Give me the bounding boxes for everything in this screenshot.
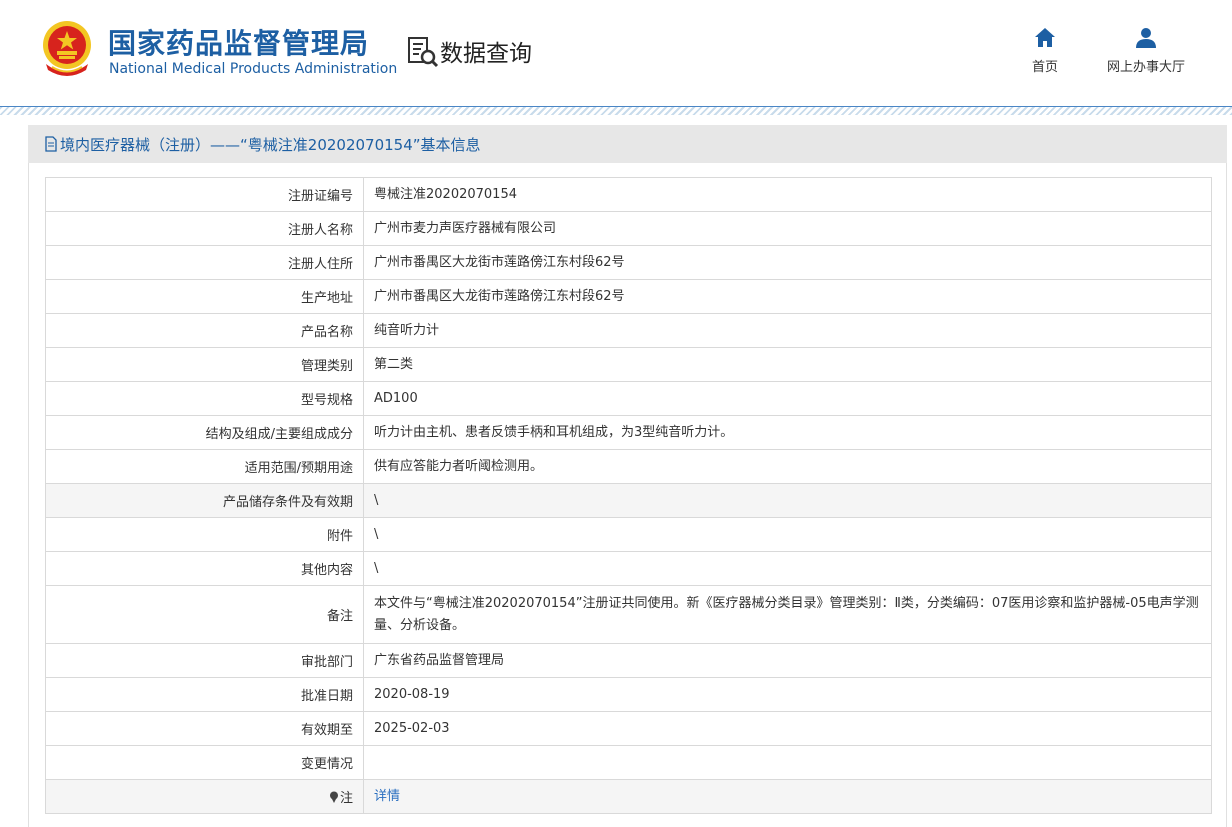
table-row: 管理类别 第二类 <box>45 347 1212 382</box>
org-name-cn: 国家药品监督管理局 <box>108 27 370 60</box>
row-label: 注册人名称 <box>45 211 364 246</box>
table-row: 注册人住所 广州市番禺区大龙街市莲路傍江东村段62号 <box>45 245 1212 280</box>
header-divider <box>0 106 1232 115</box>
panel-title-text: 境内医疗器械（注册）——“粤械注准20202070154”基本信息 <box>60 135 481 154</box>
nav-online-service-hall[interactable]: 网上办事大厅 <box>1100 26 1192 75</box>
row-label: 注 <box>339 791 353 806</box>
row-value: 本文件与“粤械注准20202070154”注册证共同使用。新《医疗器械分类目录》… <box>363 585 1212 644</box>
row-value: 2025-02-03 <box>363 711 1212 746</box>
org-name-en: National Medical Products Administration <box>109 61 398 77</box>
table-row: 型号规格 AD100 <box>45 381 1212 416</box>
row-value: 广州市麦力声医疗器械有限公司 <box>363 211 1212 246</box>
row-label: 管理类别 <box>45 347 364 382</box>
site-header: 国家药品监督管理局 National Medical Products Admi… <box>0 0 1232 106</box>
table-row: 注册证编号 粤械注准20202070154 <box>45 177 1212 212</box>
row-label: 变更情况 <box>45 745 364 780</box>
row-value: 广州市番禺区大龙街市莲路傍江东村段62号 <box>363 245 1212 280</box>
row-value: 粤械注准20202070154 <box>363 177 1212 212</box>
table-row: 有效期至 2025-02-03 <box>45 711 1212 746</box>
data-query-title: 数据查询 <box>440 41 532 67</box>
row-label: 型号规格 <box>45 381 364 416</box>
row-value: 广州市番禺区大龙街市莲路傍江东村段62号 <box>363 279 1212 314</box>
row-label: 附件 <box>45 517 364 552</box>
row-value: \ <box>363 517 1212 552</box>
row-label: 其他内容 <box>45 551 364 586</box>
row-label: 有效期至 <box>45 711 364 746</box>
table-row: 产品名称 纯音听力计 <box>45 313 1212 348</box>
row-label: 产品名称 <box>45 313 364 348</box>
row-value: 听力计由主机、患者反馈手柄和耳机组成，为3型纯音听力计。 <box>363 415 1212 450</box>
national-emblem-icon <box>43 21 91 76</box>
row-label: 注册人住所 <box>45 245 364 280</box>
table-row: 其他内容 \ <box>45 551 1212 586</box>
row-label: 批准日期 <box>45 677 364 712</box>
note-label-cell: 注 <box>45 779 364 814</box>
user-icon <box>1136 28 1156 48</box>
row-value <box>363 745 1212 780</box>
device-info-table: 注册证编号 粤械注准20202070154 注册人名称 广州市麦力声医疗器械有限公司… <box>45 177 1212 814</box>
data-query-icon <box>408 37 439 68</box>
row-value: 广东省药品监督管理局 <box>363 643 1212 678</box>
nav-hall-label: 网上办事大厅 <box>1106 60 1185 75</box>
table-row: 批准日期 2020-08-19 <box>45 677 1212 712</box>
row-label: 结构及组成/主要组成成分 <box>45 415 364 450</box>
row-value: 2020-08-19 <box>363 677 1212 712</box>
table-row: 生产地址 广州市番禺区大龙街市莲路傍江东村段62号 <box>45 279 1212 314</box>
row-value: 供有应答能力者听阈检测用。 <box>363 449 1212 484</box>
row-label: 审批部门 <box>45 643 364 678</box>
table-row: 变更情况 <box>45 745 1212 780</box>
table-row: 审批部门 广东省药品监督管理局 <box>45 643 1212 678</box>
table-row: 注册人名称 广州市麦力声医疗器械有限公司 <box>45 211 1212 246</box>
note-value-cell: 详情 <box>363 779 1212 814</box>
panel-body: 注册证编号 粤械注准20202070154 注册人名称 广州市麦力声医疗器械有限公司… <box>28 163 1227 827</box>
nav-home[interactable]: 首页 <box>1025 26 1065 75</box>
detail-panel: 境内医疗器械（注册）——“粤械注准20202070154”基本信息 注册证编号粤… <box>28 125 1227 827</box>
home-icon <box>1035 28 1055 47</box>
row-value: 第二类 <box>363 347 1212 382</box>
table-row: 结构及组成/主要组成成分 听力计由主机、患者反馈手柄和耳机组成，为3型纯音听力计。 <box>45 415 1212 450</box>
row-value: AD100 <box>363 381 1212 416</box>
table-row: 附件 \ <box>45 517 1212 552</box>
details-link[interactable]: 详情 <box>374 789 400 804</box>
document-icon <box>45 136 57 152</box>
pin-icon <box>329 791 338 803</box>
nav-home-label: 首页 <box>1031 60 1058 75</box>
table-row: 备注 本文件与“粤械注准20202070154”注册证共同使用。新《医疗器械分类目… <box>45 585 1212 644</box>
table-row: 适用范围/预期用途 供有应答能力者听阈检测用。 <box>45 449 1212 484</box>
table-row: 注 详情 <box>45 779 1212 814</box>
row-label: 生产地址 <box>45 279 364 314</box>
panel-title: 境内医疗器械（注册）——“粤械注准20202070154”基本信息 <box>28 125 1227 163</box>
row-value: 纯音听力计 <box>363 313 1212 348</box>
table-row: 产品储存条件及有效期 \ <box>45 483 1212 518</box>
row-value: \ <box>363 551 1212 586</box>
row-value: \ <box>363 483 1212 518</box>
row-label: 产品储存条件及有效期 <box>45 483 364 518</box>
row-label: 备注 <box>45 585 364 644</box>
row-label: 注册证编号 <box>45 177 364 212</box>
row-label: 适用范围/预期用途 <box>45 449 364 484</box>
